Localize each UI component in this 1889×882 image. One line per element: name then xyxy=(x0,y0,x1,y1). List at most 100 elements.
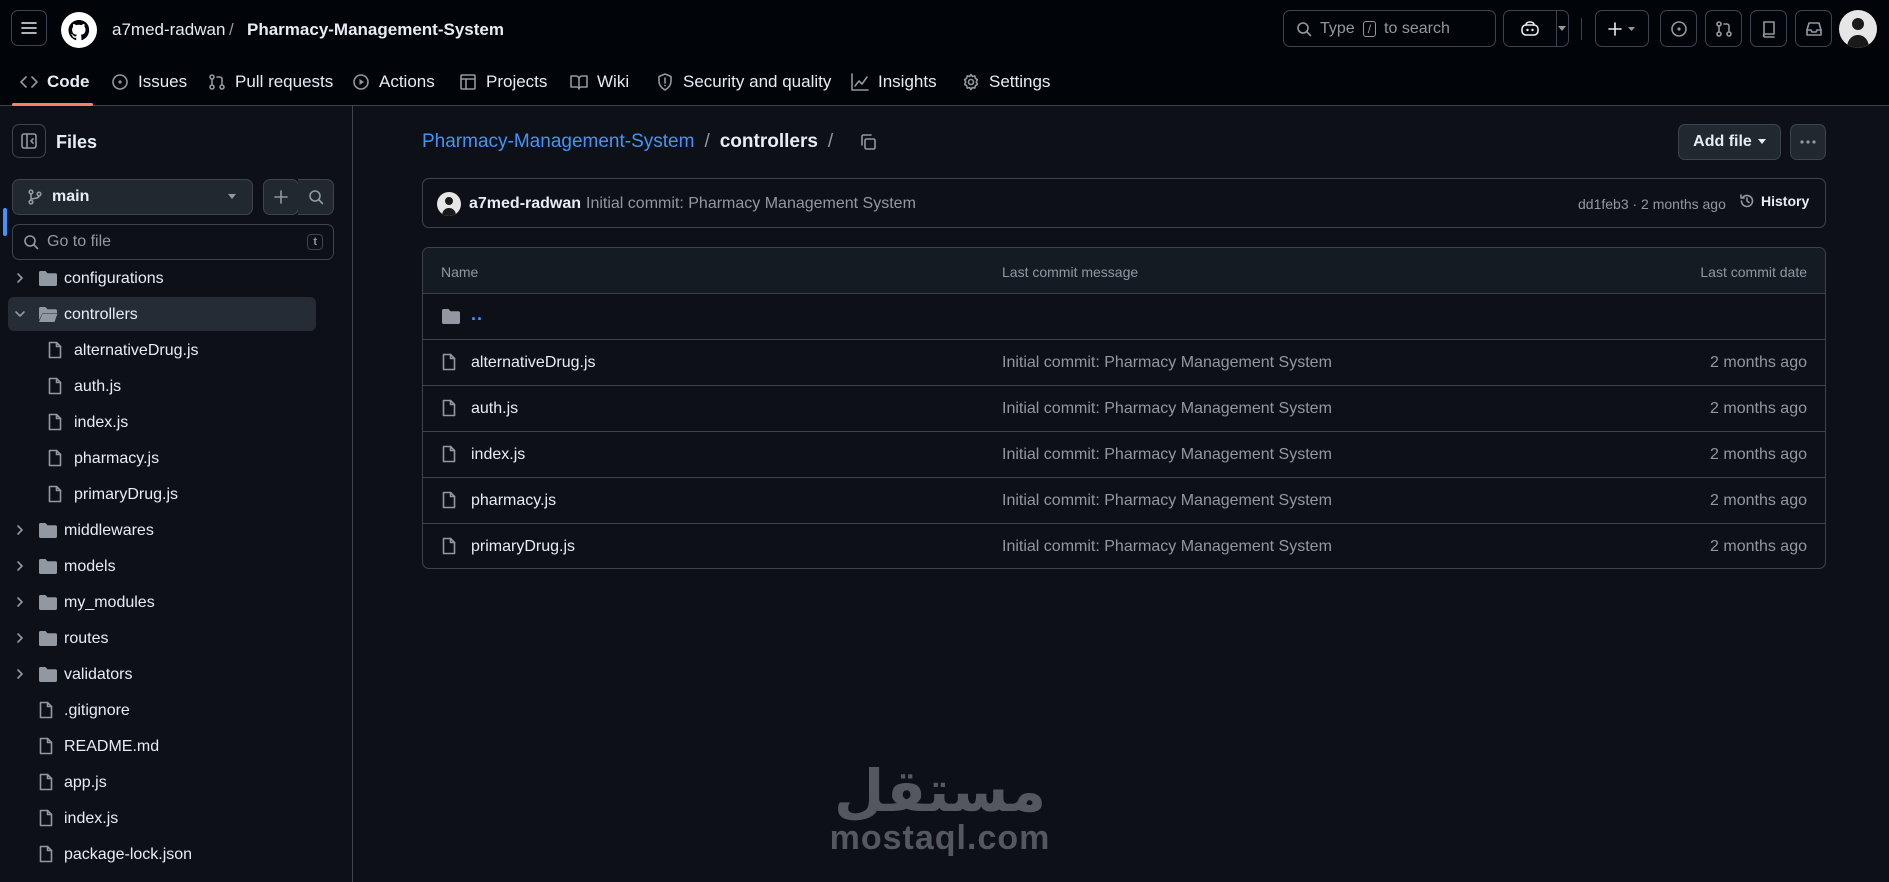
file-name-link[interactable]: alternativeDrug.js xyxy=(471,354,596,372)
tree-item-folder[interactable]: routes xyxy=(0,621,330,655)
issues-button[interactable] xyxy=(1660,10,1697,47)
inbox-button[interactable] xyxy=(1795,10,1832,47)
tree-toggle[interactable] xyxy=(14,560,26,572)
tree-item-file[interactable]: primaryDrug.js xyxy=(0,477,330,511)
chevron-right-icon[interactable] xyxy=(14,596,26,608)
commit-message-link[interactable]: Initial commit: Pharmacy Management Syst… xyxy=(586,195,916,213)
tree-item-file[interactable]: app.js xyxy=(0,765,330,799)
tree-item-folder[interactable]: controllers xyxy=(8,297,316,331)
file-icon xyxy=(442,491,456,509)
column-header-date: Last commit date xyxy=(1700,264,1807,280)
tab-security[interactable]: Security and quality xyxy=(656,58,831,106)
caret-down-icon xyxy=(1757,139,1766,144)
menu-button[interactable] xyxy=(11,10,47,46)
tree-item-file[interactable]: pharmacy.js xyxy=(0,441,330,475)
commit-hash-and-time[interactable]: dd1feb3 · 2 months ago xyxy=(1578,196,1726,212)
file-name-link[interactable]: auth.js xyxy=(471,400,518,418)
add-file-button[interactable] xyxy=(263,179,299,215)
tree-item-file[interactable]: index.js xyxy=(0,405,330,439)
tab-projects[interactable]: Projects xyxy=(459,58,547,106)
repo-owner-link[interactable]: a7med-radwan xyxy=(112,20,225,40)
tree-item-folder[interactable]: middlewares xyxy=(0,513,330,547)
tree-toggle[interactable] xyxy=(14,308,26,320)
branch-selector[interactable]: main xyxy=(12,179,253,215)
tab-actions[interactable]: Actions xyxy=(352,58,435,106)
tree-item-file[interactable]: index.js xyxy=(0,801,330,835)
table-row[interactable]: auth.js Initial commit: Pharmacy Manageme… xyxy=(423,386,1825,432)
tree-toggle[interactable] xyxy=(14,668,26,680)
tree-item-folder[interactable]: configurations xyxy=(0,261,330,295)
github-logo-icon[interactable] xyxy=(61,12,97,48)
tree-item-icon xyxy=(38,773,54,791)
tree-item-file[interactable]: auth.js xyxy=(0,369,330,403)
file-commit-message-link[interactable]: Initial commit: Pharmacy Management Syst… xyxy=(1002,400,1332,418)
tab-wiki[interactable]: Wiki xyxy=(570,58,629,106)
file-commit-message-link[interactable]: Initial commit: Pharmacy Management Syst… xyxy=(1002,538,1332,556)
tree-toggle[interactable] xyxy=(14,596,26,608)
copy-path-button[interactable] xyxy=(859,133,877,151)
create-new-button[interactable] xyxy=(1595,10,1649,47)
chevron-right-icon[interactable] xyxy=(14,668,26,680)
table-row[interactable]: alternativeDrug.js Initial commit: Pharma… xyxy=(423,340,1825,386)
chevron-right-icon[interactable] xyxy=(14,272,26,284)
go-to-file-input[interactable]: Go to file t xyxy=(12,224,334,260)
tree-toggle[interactable] xyxy=(14,524,26,536)
collapse-sidebar-button[interactable] xyxy=(12,124,46,158)
chevron-right-icon[interactable] xyxy=(14,524,26,536)
table-row[interactable]: pharmacy.js Initial commit: Pharmacy Mana… xyxy=(423,478,1825,524)
table-row[interactable]: index.js Initial commit: Pharmacy Managem… xyxy=(423,432,1825,478)
repo-icon xyxy=(1762,20,1775,38)
tab-settings[interactable]: Settings xyxy=(962,58,1050,106)
tree-item-file[interactable]: .gitignore xyxy=(0,693,330,727)
file-commit-message-link[interactable]: Initial commit: Pharmacy Management Syst… xyxy=(1002,492,1332,510)
parent-directory-row[interactable]: .. xyxy=(423,294,1825,340)
watermark: مستقل mostaql.com xyxy=(820,762,1060,856)
history-button[interactable]: History xyxy=(1739,193,1809,209)
file-commit-message-link[interactable]: Initial commit: Pharmacy Management Syst… xyxy=(1002,354,1332,372)
tree-item-folder[interactable]: models xyxy=(0,549,330,583)
issue-icon xyxy=(112,74,128,90)
watermark-latin: mostaql.com xyxy=(829,819,1051,857)
tab-issues-label: Issues xyxy=(138,72,188,91)
user-avatar[interactable] xyxy=(1839,10,1877,48)
repo-name-link[interactable]: Pharmacy-Management-System xyxy=(247,20,504,40)
search-icon xyxy=(1297,21,1312,36)
breadcrumb-repo-link[interactable]: Pharmacy-Management-System xyxy=(422,131,694,153)
commit-author-link[interactable]: a7med-radwan xyxy=(469,195,581,213)
tab-code[interactable]: Code xyxy=(20,58,90,106)
copilot-button[interactable] xyxy=(1503,10,1557,47)
copilot-icon xyxy=(1521,20,1539,36)
repositories-button[interactable] xyxy=(1750,10,1787,47)
search-suffix: to search xyxy=(1384,19,1450,37)
more-options-button[interactable] xyxy=(1790,124,1826,160)
tree-item-folder[interactable]: my_modules xyxy=(0,585,330,619)
chevron-right-icon[interactable] xyxy=(14,632,26,644)
table-row[interactable]: primaryDrug.js Initial commit: Pharmacy M… xyxy=(423,524,1825,568)
file-commit-message-link[interactable]: Initial commit: Pharmacy Management Syst… xyxy=(1002,446,1332,464)
search-input[interactable]: Type / to search xyxy=(1283,10,1496,47)
commit-author-avatar[interactable] xyxy=(437,192,461,216)
file-name-link[interactable]: primaryDrug.js xyxy=(471,538,575,556)
tab-insights[interactable]: Insights xyxy=(851,58,937,106)
tree-item-folder[interactable]: validators xyxy=(0,657,330,691)
tree-item-file[interactable]: README.md xyxy=(0,729,330,763)
tree-toggle[interactable] xyxy=(14,632,26,644)
tree-item-file[interactable]: alternativeDrug.js xyxy=(0,333,330,367)
pull-requests-button[interactable] xyxy=(1705,10,1742,47)
file-name-link[interactable]: pharmacy.js xyxy=(471,492,556,510)
file-tree-sidebar: Files main Go to file t configurations co… xyxy=(0,106,353,882)
tree-item-label: package-lock.json xyxy=(64,846,193,863)
chevron-down-icon[interactable] xyxy=(14,308,26,320)
parent-directory-link[interactable]: .. xyxy=(471,304,483,325)
search-files-button[interactable] xyxy=(298,179,334,215)
tab-pull-requests[interactable]: Pull requests xyxy=(208,58,333,106)
file-name-link[interactable]: index.js xyxy=(471,446,525,464)
add-file-dropdown[interactable]: Add file xyxy=(1678,124,1781,160)
tab-pull-requests-label: Pull requests xyxy=(235,72,334,91)
tree-item-file[interactable]: package-lock.json xyxy=(0,837,330,871)
file-icon xyxy=(48,341,62,359)
chevron-right-icon[interactable] xyxy=(14,560,26,572)
tree-toggle[interactable] xyxy=(14,272,26,284)
tab-issues[interactable]: Issues xyxy=(111,58,187,106)
copilot-dropdown[interactable] xyxy=(1556,10,1569,47)
